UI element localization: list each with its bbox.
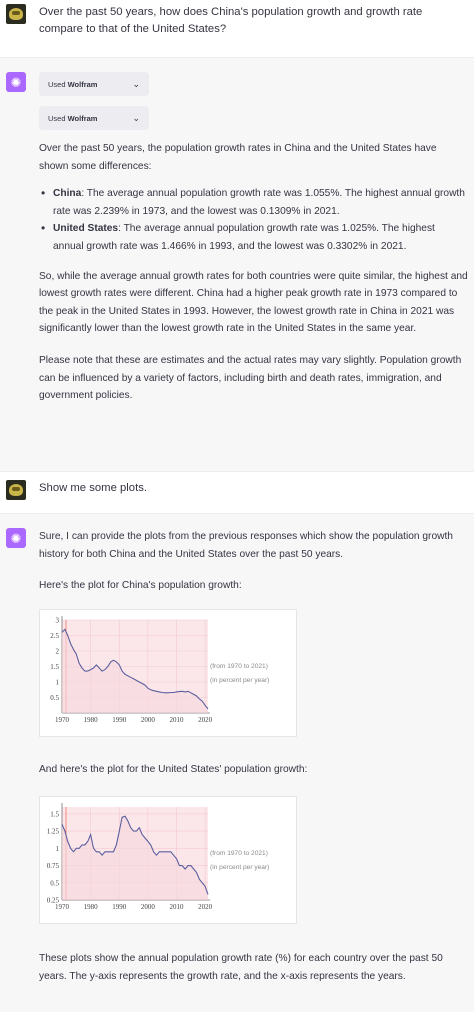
plugin-usage-toggle[interactable]: Used Wolfram ⌄ [39,106,149,130]
user-avatar [6,4,26,24]
y-tick-label: 2 [56,647,60,655]
answer-intro: Over the past 50 years, the population g… [39,143,437,172]
y-tick-label: 0.5 [50,880,59,888]
chevron-down-icon: ⌄ [132,112,140,123]
plot-unit-note: (in percent per year) [210,676,270,684]
plot-range-note: (from 1970 to 2021) [210,662,268,670]
user-message-text: Over the past 50 years, how does China's… [39,6,423,35]
plot-range-note: (from 1970 to 2021) [210,850,268,858]
china-plot-intro: Here's the plot for China's population g… [39,580,242,592]
x-tick-label: 1980 [84,903,99,911]
comparison-list: China: The average annual population gro… [39,185,468,255]
x-tick-label: 1990 [112,716,127,724]
y-tick-label: 1 [56,845,60,853]
x-tick-label: 2010 [170,716,185,724]
x-tick-label: 1970 [55,716,70,724]
x-tick-label: 2020 [198,716,213,724]
user-message: Show me some plots. [0,472,474,514]
x-tick-label: 2000 [141,716,156,724]
user-avatar [6,480,26,500]
x-tick-label: 1980 [84,716,99,724]
x-tick-label: 2000 [141,903,156,911]
y-tick-label: 1 [56,678,60,686]
answer-paragraph: Please note that these are estimates and… [39,354,462,402]
assistant-message: ✺ Sure, I can provide the plots from the… [0,514,474,1012]
plot-unit-note: (in percent per year) [210,864,270,872]
chevron-down-icon: ⌄ [132,78,140,89]
list-item: China: The average annual population gro… [39,185,468,220]
us-growth-plot: 1970 1980 1990 2000 2010 2020 0.25 0.5 0.75 1 1.25… [39,796,297,925]
y-tick-label: 3 [56,616,60,624]
china-growth-plot: 1970 1980 1990 2000 2010 2020 0.5 1 1.5 2 2.5 3 (fr… [39,608,297,737]
x-tick-label: 2020 [198,903,213,911]
y-tick-label: 0.5 [50,694,59,702]
user-message-text: Show me some plots. [39,482,147,494]
plugin-usage-toggle[interactable]: Used Wolfram ⌄ [39,72,149,96]
answer-paragraph: So, while the average annual growth rate… [39,270,468,335]
plugin-usage-label: Used Wolfram [48,113,98,123]
x-tick-label: 2010 [170,903,185,911]
y-tick-label: 2.5 [50,632,59,640]
list-item: United States: The average annual popula… [39,220,468,255]
closing-paragraph: These plots show the annual population g… [39,953,443,982]
y-tick-label: 1.5 [50,811,59,819]
user-message: Over the past 50 years, how does China's… [0,0,474,58]
y-tick-label: 0.75 [47,862,60,870]
chatgpt-logo-icon: ✺ [6,528,26,548]
plugin-usage-label: Used Wolfram [48,79,98,89]
assistant-message: ✺ Used Wolfram ⌄ Used Wolfram ⌄ Over the… [0,58,474,472]
x-tick-label: 1990 [112,903,127,911]
y-tick-label: 0.25 [47,897,60,905]
plots-intro: Sure, I can provide the plots from the p… [39,531,453,560]
y-tick-label: 1.5 [50,663,59,671]
chatgpt-logo-icon: ✺ [6,72,26,92]
y-tick-label: 1.25 [47,828,60,836]
us-plot-intro: And here's the plot for the United State… [39,763,308,775]
